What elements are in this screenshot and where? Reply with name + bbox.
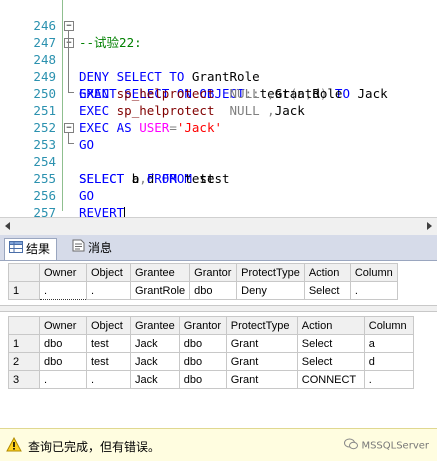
table-cell[interactable]: .: [349, 281, 398, 300]
horizontal-scrollbar[interactable]: [0, 217, 437, 235]
fold-toggle-icon[interactable]: −: [64, 21, 74, 31]
table-row[interactable]: 2 dbo test Jack dbo Grant Select d: [8, 352, 414, 371]
table-cell[interactable]: CONNECT: [296, 370, 365, 389]
message-icon: [72, 238, 85, 259]
results-tab-bar: 结果 消息: [0, 235, 437, 261]
fold-toggle-icon[interactable]: −: [64, 38, 74, 48]
column-header[interactable]: Object: [86, 263, 131, 282]
column-header[interactable]: Owner: [39, 316, 87, 335]
column-header[interactable]: Grantor: [189, 263, 238, 282]
scroll-right-icon[interactable]: [427, 222, 432, 230]
column-header[interactable]: Action: [303, 263, 351, 282]
table-cell[interactable]: .: [86, 370, 131, 389]
table-cell[interactable]: Select: [296, 334, 365, 353]
table-cell[interactable]: dbo: [189, 281, 238, 300]
result-grid-1[interactable]: Owner Object Grantee Grantor ProtectType…: [8, 263, 398, 300]
table-cell[interactable]: Jack: [130, 334, 180, 353]
fold-region-bar: [68, 132, 69, 143]
wechat-icon: [344, 438, 359, 453]
status-bar: 查询已完成，但有错误。 MSSQLServer: [0, 428, 437, 461]
table-cell[interactable]: .: [39, 281, 87, 300]
fold-toggle-icon[interactable]: −: [64, 123, 74, 133]
fold-region-bar: [68, 30, 69, 92]
code-line-257[interactable]: 257 GO: [0, 187, 437, 217]
table-cell[interactable]: d: [363, 352, 414, 371]
table-row[interactable]: 1 . . GrantRole dbo Deny Select .: [8, 281, 398, 300]
column-header[interactable]: Owner: [39, 263, 87, 282]
code-line-251[interactable]: 251 EXEC AS USER='Jack': [0, 85, 437, 135]
results-pane: Owner Object Grantee Grantor ProtectType…: [0, 261, 437, 426]
grid-icon: [9, 239, 23, 260]
row-header[interactable]: 3: [8, 370, 40, 389]
table-cell[interactable]: Grant: [225, 370, 298, 389]
column-header[interactable]: Grantor: [178, 316, 227, 335]
code-line-250[interactable]: 250 EXEC sp_helprotect NULL ,Jack: [0, 68, 437, 118]
table-cell[interactable]: Deny: [236, 281, 305, 300]
table-cell[interactable]: .: [86, 281, 131, 300]
status-message: 查询已完成，但有错误。: [28, 440, 161, 454]
table-cell[interactable]: dbo: [178, 352, 227, 371]
fold-region-end: [68, 143, 74, 144]
code-line-248[interactable]: 248 − GRANT SELECT ON OBJECT::test(a,d) …: [0, 34, 437, 101]
column-header[interactable]: Object: [86, 316, 131, 335]
grid-corner[interactable]: [8, 263, 40, 282]
column-header[interactable]: Column: [349, 263, 398, 282]
table-cell[interactable]: Select: [296, 352, 365, 371]
tab-results[interactable]: 结果: [4, 238, 58, 260]
sql-editor[interactable]: 246 --试验22: 247 − DENY SELECT TO GrantRo…: [0, 0, 437, 217]
code-line-252[interactable]: 252 GO: [0, 102, 437, 152]
column-header[interactable]: Grantee: [129, 263, 191, 282]
table-cell[interactable]: dbo: [39, 352, 87, 371]
row-header[interactable]: 2: [8, 352, 40, 371]
row-header[interactable]: 1: [8, 281, 40, 300]
result-grid-2[interactable]: Owner Object Grantee Grantor ProtectType…: [8, 316, 414, 389]
grid-header-row: Owner Object Grantee Grantor ProtectType…: [8, 263, 398, 282]
warning-icon: [6, 436, 22, 456]
grid-header-row: Owner Object Grantee Grantor ProtectType…: [8, 316, 414, 335]
code-line-253[interactable]: 253 − SELECT a,d FROM test: [0, 119, 437, 186]
table-cell[interactable]: Grant: [225, 352, 298, 371]
code-line-255[interactable]: 255 GO: [0, 153, 437, 203]
line-number: 257: [33, 205, 56, 217]
keyword: REVERT: [79, 205, 125, 217]
row-header[interactable]: 1: [8, 334, 40, 353]
column-header[interactable]: Action: [296, 316, 365, 335]
column-header[interactable]: ProtectType: [225, 316, 298, 335]
column-header[interactable]: Grantee: [130, 316, 180, 335]
column-header[interactable]: Column: [363, 316, 414, 335]
code-line-247[interactable]: 247 − DENY SELECT TO GrantRole: [0, 17, 437, 84]
table-row[interactable]: 1 dbo test Jack dbo Grant Select a: [8, 334, 414, 353]
code-line-249[interactable]: 249 EXEC sp_helprotect NULL ,GrantRole: [0, 51, 437, 101]
grid-corner[interactable]: [8, 316, 40, 335]
table-cell[interactable]: dbo: [178, 334, 227, 353]
scroll-left-icon[interactable]: [5, 222, 10, 230]
column-header[interactable]: ProtectType: [236, 263, 305, 282]
table-row[interactable]: 3 . . Jack dbo Grant CONNECT .: [8, 370, 414, 389]
grid-splitter[interactable]: [0, 305, 437, 312]
tab-messages-label: 消息: [88, 241, 113, 255]
table-cell[interactable]: .: [363, 370, 414, 389]
table-cell[interactable]: GrantRole: [129, 281, 191, 300]
watermark-text: MSSQLServer: [361, 440, 429, 452]
code-line-246[interactable]: 246 --试验22:: [0, 0, 437, 50]
table-cell[interactable]: Grant: [225, 334, 298, 353]
table-cell[interactable]: dbo: [178, 370, 227, 389]
table-cell[interactable]: test: [86, 334, 131, 353]
table-cell[interactable]: .: [39, 370, 87, 389]
fold-region-end: [68, 92, 74, 93]
table-cell[interactable]: Jack: [130, 370, 180, 389]
code-line-254[interactable]: 254 SELECT b FROM test: [0, 136, 437, 186]
table-cell[interactable]: test: [86, 352, 131, 371]
table-cell[interactable]: Jack: [130, 352, 180, 371]
table-cell[interactable]: a: [363, 334, 414, 353]
watermark: MSSQLServer: [344, 438, 429, 453]
tab-results-label: 结果: [26, 242, 51, 256]
code-line-256[interactable]: 256 REVERT: [0, 170, 437, 217]
table-cell[interactable]: dbo: [39, 334, 87, 353]
text-caret: [124, 206, 126, 217]
table-cell[interactable]: Select: [303, 281, 351, 300]
tab-messages[interactable]: 消息: [68, 238, 118, 259]
